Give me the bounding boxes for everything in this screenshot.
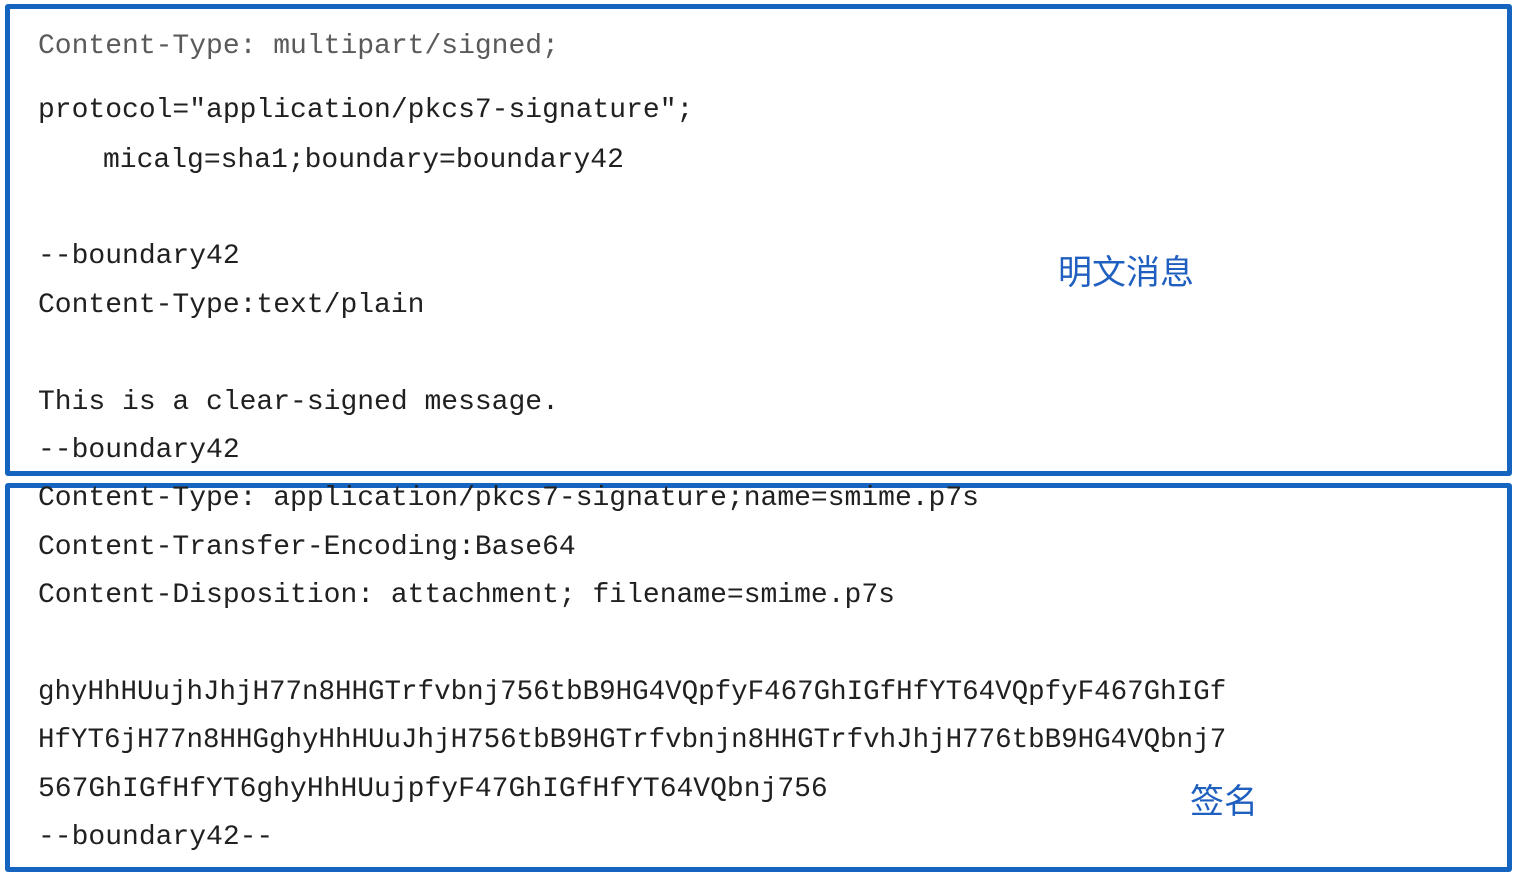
content-type-text-line: Content-Type:text/plain [38,290,425,321]
content-type-multipart-line: Content-Type: multipart/signed; [38,31,559,62]
content-type-signature-line: Content-Type: application/pkcs7-signatur… [38,483,979,514]
transfer-encoding-line: Content-Transfer-Encoding:Base64 [38,532,576,563]
signature-data-line-1: ghyHhHUujhJhjH77n8HHGTrfvbnj756tbB9HG4VQ… [38,677,1227,708]
boundary-end-line: --boundary42-- [38,822,274,853]
signature-data-line-3: 567GhIGfHfYT6ghyHhHUujpfyF47GhIGfHfYT64V… [38,774,828,805]
boundary-start-line: --boundary42 [38,241,240,272]
message-body-line: This is a clear-signed message. [38,387,559,418]
protocol-line: protocol="application/pkcs7-signature"; [38,95,694,126]
boundary-separator-line: --boundary42 [38,435,240,466]
plaintext-message-label: 明文消息 [1058,253,1194,293]
content-disposition-line: Content-Disposition: attachment; filenam… [38,580,895,611]
micalg-boundary-line: micalg=sha1;boundary=boundary42 [103,145,624,176]
signature-label: 签名 [1190,782,1258,822]
signature-data-line-2: HfYT6jH77n8HHGghyHhHUuJhjH756tbB9HGTrfvb… [38,725,1227,756]
